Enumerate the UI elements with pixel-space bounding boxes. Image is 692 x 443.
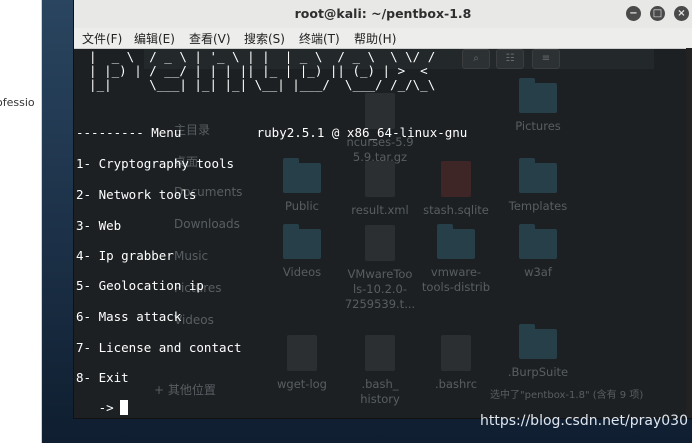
menu-item-geolocation: 5- Geolocation ip [76,278,204,293]
terminal-cursor[interactable] [120,400,128,415]
menu-terminal[interactable]: 终端(T) [299,30,340,47]
menu-item-network: 2- Network tools [76,187,197,202]
menu-view[interactable]: 查看(V) [189,30,231,47]
menu-item-license: 7- License and contact [76,340,242,355]
menu-item-web: 3- Web [76,218,122,233]
ascii-banner-line: |_| \___| |_| |_| \__| |___/ \___/ /_/\_… [74,77,436,92]
scrollbar[interactable] [686,48,692,418]
menu-edit[interactable]: 编辑(E) [134,30,175,47]
menu-item-cryptography: 1- Cryptography tools [76,156,235,171]
menu-bar: 文件(F) 编辑(E) 查看(V) 搜索(S) 终端(T) 帮助(H) [74,28,692,49]
menu-item-mass-attack: 6- Mass attack [76,309,182,324]
left-panel: ofessio [0,0,42,443]
command-prompt: -> [76,400,122,415]
menu-search[interactable]: 搜索(S) [244,30,285,47]
menu-file[interactable]: 文件(F) [82,30,122,47]
terminal-area[interactable]: ⌕ ☷ ≡ 主目录 桌面 Documents Downloads Music P… [74,49,692,418]
minimize-button[interactable]: − [626,6,641,21]
left-panel-text-fragment: ofessio [0,96,35,109]
menu-header: --------- Menu ruby2.5.1 @ x86_64-linux-… [76,125,468,140]
maximize-button[interactable]: □ [650,6,665,21]
menu-item-ip-grabber: 4- Ip grabber [76,248,174,263]
terminal-output: | _ \ / _ \ | '_ \ | | | _ \ / _ \ \ \/ … [74,49,692,418]
terminal-window[interactable]: root@kali: ~/pentbox-1.8 − □ × 文件(F) 编辑(… [74,0,692,418]
window-titlebar[interactable]: root@kali: ~/pentbox-1.8 − □ × [74,0,692,29]
menu-item-exit: 8- Exit [76,370,129,385]
watermark-text: https://blog.csdn.net/pray030 [480,413,688,429]
window-title: root@kali: ~/pentbox-1.8 [294,6,472,21]
ascii-banner-line: | |_) | / __/ | | | || |_ | |_) || (_) |… [74,63,436,78]
menu-help[interactable]: 帮助(H) [354,30,396,47]
ascii-banner-line: | _ \ / _ \ | '_ \ | | | _ \ / _ \ \ \/ … [74,49,436,64]
close-button[interactable]: × [674,6,689,21]
